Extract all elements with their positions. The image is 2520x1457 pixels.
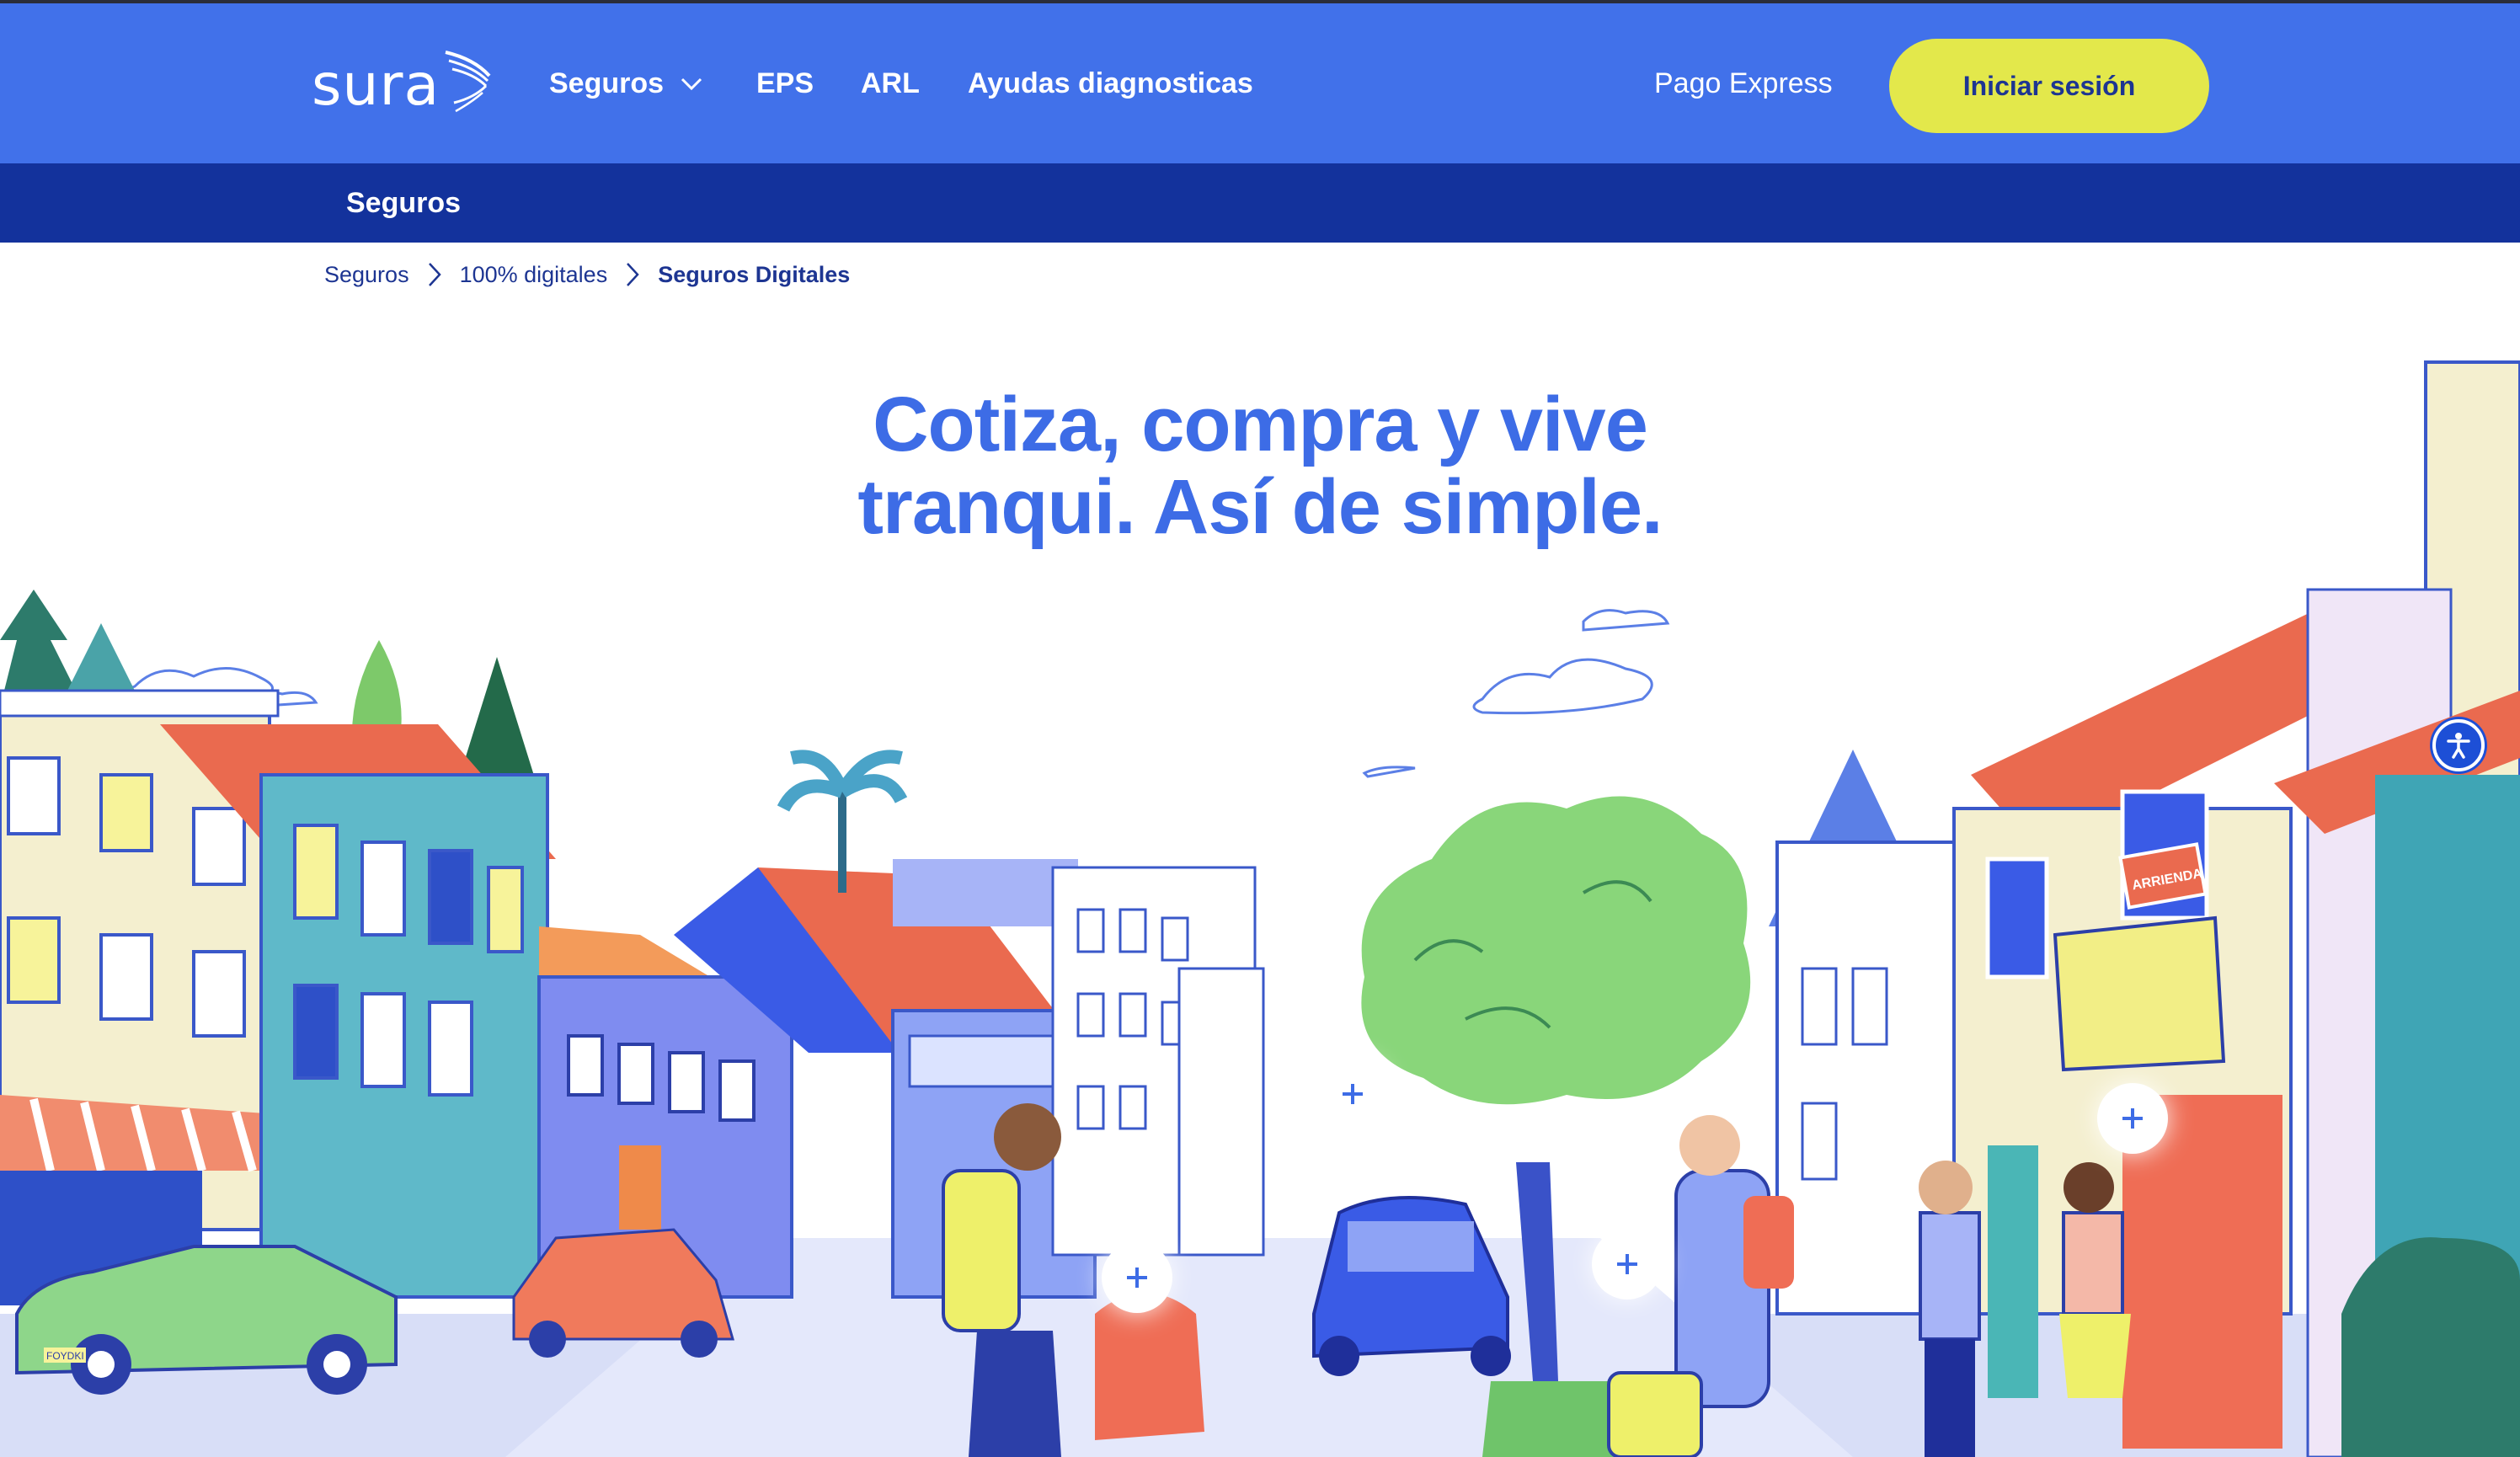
nav-ayudas-diagnosticas[interactable]: Ayudas diagnosticas [968,67,1253,100]
sura-logo[interactable]: sura [312,47,493,121]
pago-express-link[interactable]: Pago Express [1654,67,1833,100]
accessibility-button[interactable] [2432,719,2485,771]
top-navigation: sura Seguros EPS ARL Ayudas diagnosticas… [0,0,2520,163]
nav-seguros[interactable]: Seguros [549,67,664,100]
breadcrumb-item-100-digitales[interactable]: 100% digitales [460,262,608,288]
building [893,859,1078,926]
hotspot-plus-button[interactable] [1317,1059,1388,1129]
hero-headline: Cotiza, compra y vive tranqui. Así de si… [758,383,1762,548]
sura-logo-icon [445,51,491,113]
breadcrumb: Seguros 100% digitales Seguros Digitales [324,258,850,291]
login-button[interactable]: Iniciar sesión [1889,39,2209,133]
hotspot-plus-button[interactable] [1592,1229,1663,1300]
chevron-right-icon [626,262,639,287]
hero-headline-line-1: Cotiza, compra y vive [873,382,1648,467]
subnav-title[interactable]: Seguros [346,187,461,220]
plus-icon [1617,1254,1637,1274]
accessibility-icon [2447,733,2470,759]
hotspot-plus-button[interactable] [1102,1242,1172,1313]
blue-car [1312,1196,1511,1376]
plus-icon [2122,1108,2143,1129]
chevron-down-icon[interactable] [681,77,702,91]
plus-icon [1127,1268,1147,1288]
chevron-right-icon [428,262,441,287]
nav-eps[interactable]: EPS [756,67,814,100]
hero-headline-line-2: tranqui. Así de simple. [857,464,1663,550]
plate-text: FOYDKI [46,1350,84,1362]
breadcrumb-item-seguros[interactable]: Seguros [324,262,409,288]
plus-icon [1343,1084,1363,1104]
logo-text: sura [312,52,440,119]
breadcrumb-item-current: Seguros Digitales [658,261,851,287]
hotspot-plus-button[interactable] [2097,1083,2168,1154]
nav-arl[interactable]: ARL [861,67,920,100]
